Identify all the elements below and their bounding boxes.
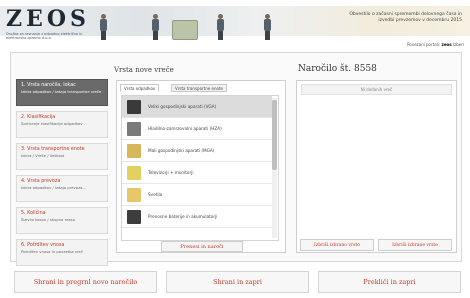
list-item-label: Prenosne baterije in akumulatorji xyxy=(148,214,218,219)
cancel-and-close-button[interactable]: Prekliči in zapri xyxy=(318,271,461,293)
waste-type-list: Veliki gospodinjski aparati (VGA) Hladil… xyxy=(121,95,279,241)
step-1[interactable]: 1. Vrsta naročila, lokac Izbira odpadkov… xyxy=(16,79,108,106)
add-to-order-button[interactable]: Prenesi in naroči xyxy=(161,241,243,252)
header: ZEOS Družba za ravnanje z odpadno elektr… xyxy=(0,0,470,40)
step-desc: Izbira / Vreče / Velikost xyxy=(21,153,65,158)
list-item[interactable]: Svetila xyxy=(122,184,272,206)
tab-waste-type[interactable]: Vrsta odpadkov xyxy=(120,84,160,92)
list-item[interactable]: Televizorji + monitorji xyxy=(122,162,272,184)
person-illustration xyxy=(262,14,272,40)
person-illustration xyxy=(215,14,225,40)
step-4[interactable]: 4. Vrsta prevoza Izbira odpadkov / Izdaj… xyxy=(16,175,108,202)
step-3[interactable]: 3. Vrsta transportne enote Izbira / Vreč… xyxy=(16,143,108,170)
lamp-icon xyxy=(127,188,141,202)
steps-sidebar: 1. Vrsta naročila, lokac Izbira odpadkov… xyxy=(16,79,108,271)
step-desc: Sortiranje klasifikacije odpadkov xyxy=(21,121,83,126)
list-item[interactable]: Prenosne baterije in akumulatorji xyxy=(122,206,272,228)
list-scrollbar[interactable] xyxy=(272,98,277,238)
header-notice-link[interactable]: Obvestilo o začasni spremembi delovnega … xyxy=(342,12,462,24)
remove-selected-button[interactable]: Izbriši izbrano vrsto xyxy=(300,239,374,251)
battery-icon xyxy=(127,210,141,224)
list-item[interactable]: Mali gospodinjski aparati (MGA) xyxy=(122,140,272,162)
list-item[interactable]: Veliki gospodinjski aparati (VGA) xyxy=(122,96,272,118)
save-and-new-order-button[interactable]: Shrani in pregrnl novo naročilo xyxy=(14,271,157,293)
step-desc: Potrditev vnosa in povzetka vreč xyxy=(21,249,83,254)
list-item-label: Veliki gospodinjski aparati (VGA) xyxy=(148,104,217,109)
tv-icon xyxy=(127,166,141,180)
waste-type-panel: Vrsta odpadkov Vrsta transportne enote V… xyxy=(116,80,286,253)
step-5[interactable]: 5. Količina Število kosov / skupna masa xyxy=(16,207,108,234)
person-illustration xyxy=(150,14,160,40)
scrollbar-thumb[interactable] xyxy=(272,100,277,170)
appliance-icon xyxy=(127,144,141,158)
tab-transport-unit[interactable]: Vrsta transportne enote xyxy=(171,84,227,92)
forklift-illustration xyxy=(172,20,198,40)
list-item-label: Televizorji + monitorji xyxy=(148,170,194,175)
save-and-close-button[interactable]: Shrani in zapri xyxy=(166,271,309,293)
portal-current[interactable]: zeos xyxy=(442,42,452,47)
list-item-label: Hladilno-zamrzovalni aparati (HZA) xyxy=(148,126,222,131)
step-desc: Število kosov / skupna masa xyxy=(21,217,75,222)
freezer-icon xyxy=(127,122,141,136)
order-panel: Ni dodanih vreč Izbriši izbrano vrsto Iz… xyxy=(296,80,457,253)
order-title: Naročilo št. 8558 xyxy=(298,64,377,74)
logo-subtitle: Družba za ravnanje z odpadno električno … xyxy=(6,32,83,40)
step-2[interactable]: 2. Klasifikacija Sortiranje klasifikacij… xyxy=(16,111,108,138)
step-desc: Izbira odpadkov / Izdaja prevoza... xyxy=(21,185,87,190)
person-illustration xyxy=(98,14,108,40)
portal-label: Povezani portali: xyxy=(406,42,441,47)
fridge-icon xyxy=(127,100,141,114)
step-6[interactable]: 6. Potrditev vnosa Potrditev vnosa in po… xyxy=(16,239,108,266)
section-title: Vrsta nove vreče xyxy=(114,66,174,74)
portal-other[interactable]: Izberi xyxy=(453,42,464,47)
logo-text: ZEOS xyxy=(6,6,90,32)
list-item-label: Mali gospodinjski aparati (MGA) xyxy=(148,148,215,153)
order-empty-message: Ni dodanih vreč xyxy=(301,84,452,95)
step-desc: Izbira odpadkov / Izdaja transportne vre… xyxy=(21,89,102,94)
portal-selector[interactable]: Povezani portali: zeos Izberi xyxy=(407,42,464,47)
list-item[interactable]: Hladilno-zamrzovalni aparati (HZA) xyxy=(122,118,272,140)
logo[interactable]: ZEOS Družba za ravnanje z odpadno elektr… xyxy=(6,6,92,40)
remove-all-button[interactable]: Izbriši izbrane vrste xyxy=(378,239,452,251)
list-item-label: Svetila xyxy=(148,192,163,197)
